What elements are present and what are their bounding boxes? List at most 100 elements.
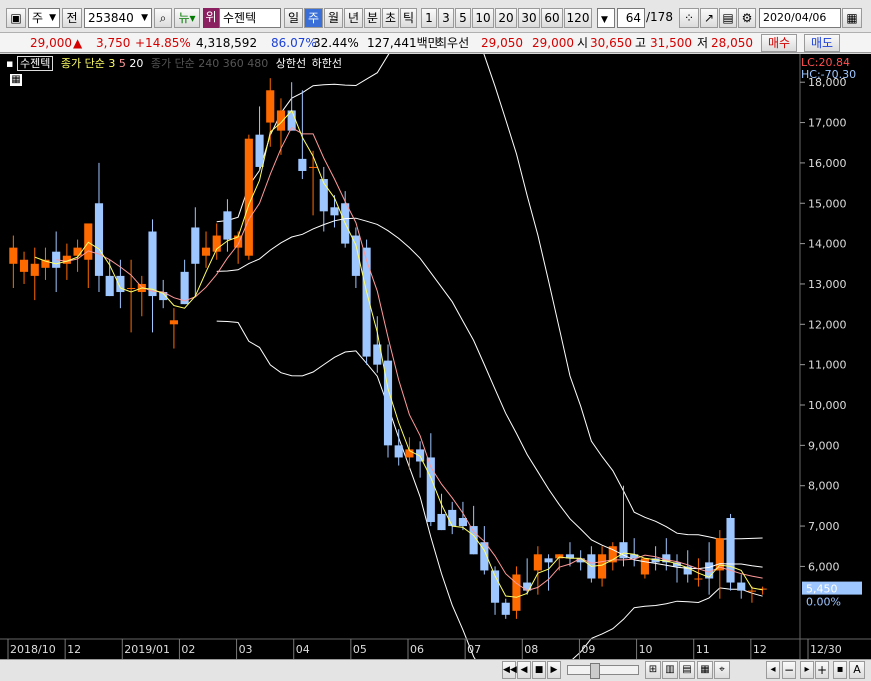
- scroll-left-icon[interactable]: ◂: [766, 661, 780, 679]
- zoom-out-icon[interactable]: −: [782, 661, 796, 679]
- ratio-2: 32.44%: [313, 36, 359, 50]
- x-tick-label: 12: [753, 643, 767, 656]
- zoom-in-icon[interactable]: +: [815, 661, 829, 679]
- grid-toggle-icon[interactable]: ⁘: [679, 8, 699, 28]
- candle-body: [94, 203, 104, 276]
- auto-scale-icon[interactable]: A: [849, 661, 865, 679]
- bar-chart-icon[interactable]: ▦: [697, 661, 713, 679]
- y-tick-label: 14,000: [808, 238, 847, 251]
- tab-month[interactable]: 월: [324, 8, 343, 28]
- stop-icon[interactable]: ■: [532, 661, 546, 679]
- open-price: 30,650: [590, 36, 632, 50]
- change-percent: +14.85%: [135, 36, 191, 50]
- candle-body: [116, 275, 125, 293]
- candle-body: [19, 259, 29, 272]
- legend-stock-name[interactable]: 수젠텍: [16, 56, 54, 71]
- wi-badge[interactable]: 위: [203, 8, 219, 28]
- next-icon[interactable]: ▶: [547, 661, 561, 679]
- x-tick-label: 12: [67, 643, 81, 656]
- expand-icon[interactable]: ▪: [833, 661, 847, 679]
- rewind-icon[interactable]: ◀◀: [502, 661, 517, 679]
- up-arrow-icon: ▲: [73, 36, 83, 50]
- legend-ma3: 3: [108, 57, 116, 70]
- y-tick-label: 6,000: [808, 560, 840, 573]
- chart-type-icon[interactable]: ▥: [662, 661, 678, 679]
- tab-day[interactable]: 일: [284, 8, 303, 28]
- prev-icon[interactable]: ◀: [517, 661, 531, 679]
- code-value: 253840: [88, 11, 134, 25]
- candle-body: [640, 558, 649, 575]
- x-tick-label: 08: [524, 643, 538, 656]
- zoom-fit-icon[interactable]: ⊞: [645, 661, 661, 679]
- interval-1[interactable]: 1: [421, 8, 437, 28]
- current-price: 29,000: [30, 36, 72, 50]
- candle-body: [501, 602, 510, 615]
- period-select[interactable]: 주 ▼: [28, 8, 60, 28]
- interval-60[interactable]: 60: [541, 8, 563, 28]
- ratio-1: 86.07%: [271, 36, 317, 50]
- open-label: 시: [577, 36, 589, 50]
- date-field[interactable]: 2020/04/06: [759, 8, 841, 28]
- news-button[interactable]: 뉴▾: [174, 8, 200, 28]
- x-tick-label: 02: [181, 643, 195, 656]
- tab-tick[interactable]: 틱: [400, 8, 417, 28]
- y-tick-label: 15,000: [808, 197, 847, 210]
- candle-body: [416, 449, 425, 462]
- volume: 4,318,592: [196, 36, 258, 50]
- low-label: 저: [697, 36, 709, 50]
- candle-body: [726, 517, 735, 583]
- scroll-right-icon[interactable]: ▸: [800, 661, 814, 679]
- interval-120[interactable]: 120: [564, 8, 592, 28]
- tab-year[interactable]: 년: [344, 8, 363, 28]
- candlestick-chart[interactable]: 1 8,000 17,000 16,000 15,000 14,000 13,000 12,0…: [0, 0, 871, 681]
- table-icon[interactable]: ▦: [10, 74, 22, 86]
- jeon-button[interactable]: 전: [62, 8, 82, 28]
- interval-3[interactable]: 3: [438, 8, 454, 28]
- tab-minute[interactable]: 분: [364, 8, 381, 28]
- interval-5[interactable]: 5: [455, 8, 471, 28]
- tab-week[interactable]: 주: [304, 8, 323, 28]
- indicator-icon[interactable]: ▤: [679, 661, 695, 679]
- scroll-slider[interactable]: [567, 663, 639, 679]
- page-total: /178: [646, 10, 673, 24]
- interval-10[interactable]: 10: [472, 8, 494, 28]
- chevron-down-icon: ▼: [49, 13, 56, 23]
- chart-menu-icon[interactable]: ▣: [6, 8, 26, 28]
- slider-thumb[interactable]: [590, 663, 600, 679]
- legend-marker: ▪: [6, 57, 14, 70]
- trade-amount: 127,441백만: [367, 36, 439, 50]
- candle-body: [223, 211, 232, 240]
- sell-button[interactable]: 매도: [804, 34, 840, 52]
- save-icon[interactable]: ▤: [719, 8, 737, 28]
- interval-30[interactable]: 30: [518, 8, 540, 28]
- candle-body: [747, 590, 757, 592]
- hc-label: HC:-70.30: [801, 68, 857, 81]
- best-ask-label: 최우선: [436, 36, 470, 50]
- code-input[interactable]: 253840 ▼: [84, 8, 152, 28]
- candle-body: [266, 90, 275, 123]
- x-tick-label: 04: [296, 643, 310, 656]
- stock-name-field[interactable]: 수젠텍: [219, 8, 281, 28]
- calendar-icon[interactable]: ▦: [842, 8, 862, 28]
- gear-icon[interactable]: ⚙: [738, 8, 756, 28]
- buy-button[interactable]: 매수: [761, 34, 797, 52]
- candle-body: [276, 110, 286, 131]
- crosshair-icon[interactable]: ⌖: [714, 661, 730, 679]
- interval-dropdown[interactable]: ▼: [597, 8, 615, 28]
- search-icon[interactable]: ⌕: [154, 8, 172, 28]
- chart-area[interactable]: 1 8,000 17,000 16,000 15,000 14,000 13,000 12,0…: [0, 0, 871, 681]
- x-tick-label: 2019/01: [124, 643, 170, 656]
- legend-ma-label: 종가 단순: [60, 57, 105, 70]
- trend-icon[interactable]: ↗: [700, 8, 718, 28]
- candle-body: [544, 558, 553, 563]
- interval-20[interactable]: 20: [495, 8, 517, 28]
- tab-second[interactable]: 초: [382, 8, 399, 28]
- y-tick-label: 8,000: [808, 480, 840, 493]
- last-pct-label: 0.00%: [806, 596, 841, 609]
- x-tick-label: 11: [696, 643, 710, 656]
- page-current-input[interactable]: 64: [617, 8, 645, 28]
- chevron-down-icon: ▼: [601, 15, 608, 25]
- low-price: 28,050: [711, 36, 753, 50]
- chart-background: [0, 54, 871, 659]
- change-amount: 3,750: [96, 36, 131, 50]
